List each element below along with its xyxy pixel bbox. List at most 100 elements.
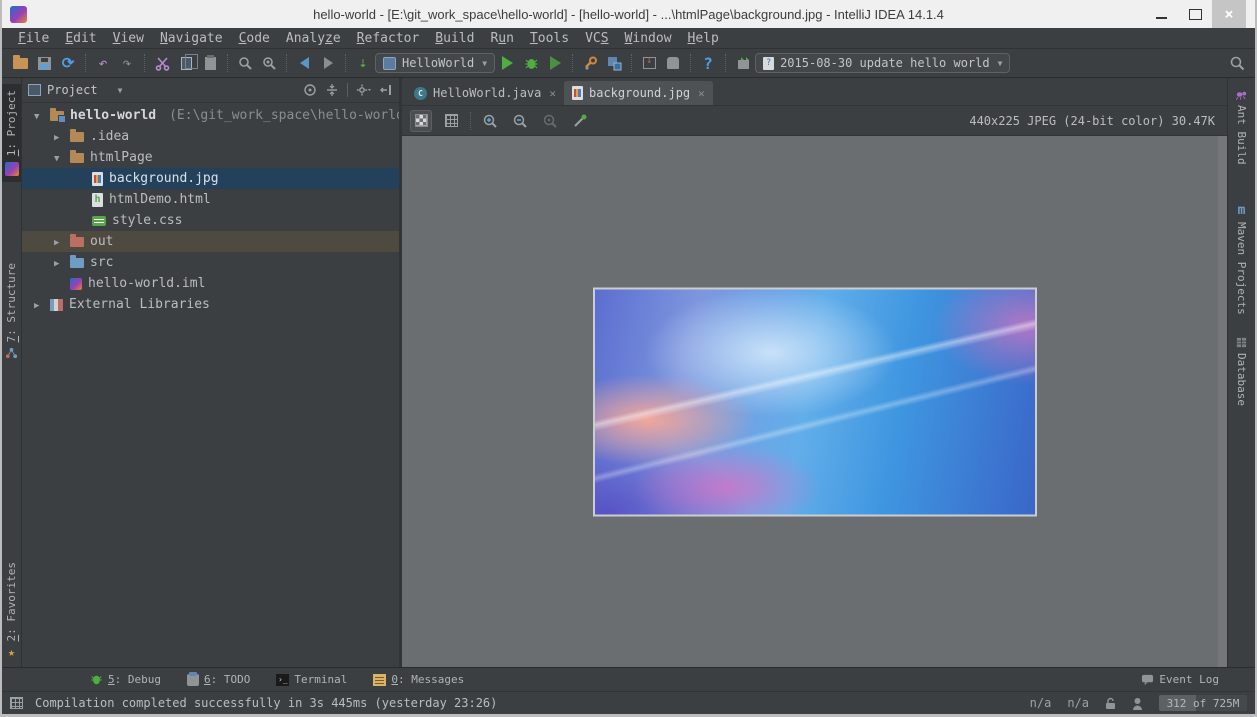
close-tab-icon[interactable]: ✕ xyxy=(549,87,556,100)
tree-row-idea[interactable]: .idea xyxy=(22,126,399,147)
zoom-out-icon[interactable] xyxy=(509,110,531,132)
menu-help[interactable]: Help xyxy=(680,30,727,47)
hide-panel-icon[interactable] xyxy=(379,83,393,97)
minimize-button[interactable] xyxy=(1144,0,1178,28)
image-file-icon xyxy=(92,172,103,186)
forward-icon[interactable] xyxy=(316,52,340,74)
paste-icon[interactable] xyxy=(198,52,222,74)
tool-button-terminal[interactable]: ›_ Terminal xyxy=(276,673,347,686)
transparency-chessboard-icon[interactable] xyxy=(410,110,432,132)
expander-icon[interactable] xyxy=(54,255,64,270)
tool-button-favorites[interactable]: 2: Favorites ★ xyxy=(2,562,21,660)
save-all-icon[interactable] xyxy=(32,52,56,74)
maximize-button[interactable] xyxy=(1178,0,1212,28)
menu-window[interactable]: Window xyxy=(617,30,680,47)
event-log-balloon-icon xyxy=(1141,674,1154,686)
tree-row-src[interactable]: src xyxy=(22,252,399,273)
project-view-select[interactable]: Project xyxy=(28,83,122,97)
left-tool-stripe: 1: Project 7: Structure 2: Favorites ★ xyxy=(2,78,22,667)
redo-icon[interactable]: ↷ xyxy=(115,52,139,74)
menu-vcs[interactable]: VCS xyxy=(577,30,616,47)
debug-icon[interactable] xyxy=(519,52,543,74)
copy-icon[interactable] xyxy=(174,52,198,74)
download-icon[interactable] xyxy=(637,52,661,74)
tree-row-hello-world[interactable]: hello-world (E:\git_work_space\hello-wor… xyxy=(22,105,399,126)
todo-icon xyxy=(187,674,199,686)
image-preview[interactable] xyxy=(593,287,1037,516)
image-editor-toolbar: 440x225 JPEG (24-bit color) 30.47K xyxy=(402,106,1227,136)
undo-icon[interactable]: ↶ xyxy=(91,52,115,74)
menu-analyze[interactable]: Analyze xyxy=(278,30,349,47)
open-icon[interactable] xyxy=(8,52,32,74)
close-button[interactable]: × xyxy=(1212,0,1246,28)
encoding-indicator[interactable]: n/a xyxy=(1067,696,1089,710)
actual-size-icon[interactable] xyxy=(539,110,561,132)
tool-button-debug[interactable]: 5: Debug xyxy=(90,673,161,686)
run-configuration-select[interactable]: HelloWorld xyxy=(375,53,495,73)
tree-row-background-jpg[interactable]: background.jpg xyxy=(22,168,399,189)
menu-code[interactable]: Code xyxy=(231,30,278,47)
run-icon[interactable] xyxy=(495,52,519,74)
find-icon[interactable] xyxy=(233,52,257,74)
position-indicator[interactable]: n/a xyxy=(1030,696,1052,710)
tool-button-ant-build[interactable]: Ant Build xyxy=(1228,88,1255,165)
settings-repository-icon[interactable] xyxy=(731,52,755,74)
menu-run[interactable]: Run xyxy=(482,30,521,47)
update-project-icon[interactable]: ⇣ xyxy=(351,52,375,74)
iml-file-icon xyxy=(70,278,82,290)
menu-file[interactable]: File xyxy=(10,30,57,47)
tool-button-structure[interactable]: 7: Structure xyxy=(2,263,21,360)
expander-icon[interactable] xyxy=(54,129,64,144)
menu-tools[interactable]: Tools xyxy=(522,30,577,47)
help-icon[interactable]: ? xyxy=(696,52,720,74)
grid-lines-icon[interactable] xyxy=(440,110,462,132)
expander-icon[interactable] xyxy=(34,108,44,123)
tree-row-style-css[interactable]: style.css xyxy=(22,210,399,231)
menu-edit[interactable]: Edit xyxy=(57,30,104,47)
lock-icon[interactable] xyxy=(1105,697,1116,710)
menu-navigate[interactable]: Navigate xyxy=(152,30,231,47)
tree-row-hello-world-iml[interactable]: hello-world.iml xyxy=(22,273,399,294)
expander-icon[interactable] xyxy=(54,234,64,249)
toolwindow-toggle-icon[interactable] xyxy=(10,697,23,709)
tree-row-htmldemo-html[interactable]: htmlDemo.html xyxy=(22,189,399,210)
expander-icon[interactable] xyxy=(54,150,64,165)
expander-icon[interactable] xyxy=(34,297,44,312)
menu-build[interactable]: Build xyxy=(427,30,482,47)
tool-button-project[interactable]: 1: Project xyxy=(2,84,21,182)
run-with-coverage-icon[interactable] xyxy=(543,52,567,74)
tab-helloworld-java[interactable]: C HelloWorld.java ✕ xyxy=(406,81,564,105)
color-picker-icon[interactable] xyxy=(569,110,591,132)
terminal-icon: ›_ xyxy=(276,674,289,686)
close-tab-icon[interactable]: ✕ xyxy=(698,87,705,100)
inspection-profile-icon[interactable] xyxy=(1132,697,1143,710)
tab-background-jpg[interactable]: background.jpg ✕ xyxy=(564,81,713,105)
tool-button-database[interactable]: Database xyxy=(1228,336,1255,406)
tool-button-event-log[interactable]: Event Log xyxy=(1141,673,1219,686)
menu-refactor[interactable]: Refactor xyxy=(349,30,428,47)
css-file-icon xyxy=(92,216,106,226)
main-toolbar: ⟳ ↶ ↷ ⇣ HelloWorld xyxy=(2,49,1255,78)
collapse-all-icon[interactable] xyxy=(325,83,339,97)
tree-row-htmlpage[interactable]: htmlPage xyxy=(22,147,399,168)
tool-button-maven-projects[interactable]: m Maven Projects xyxy=(1228,203,1255,315)
zoom-in-icon[interactable] xyxy=(479,110,501,132)
replace-icon[interactable] xyxy=(257,52,281,74)
menu-view[interactable]: View xyxy=(105,30,152,47)
locate-icon[interactable] xyxy=(303,83,317,97)
back-icon[interactable] xyxy=(292,52,316,74)
project-structure-icon[interactable] xyxy=(602,52,626,74)
tree-row-out[interactable]: out xyxy=(22,231,399,252)
tool-button-messages[interactable]: 0: Messages xyxy=(373,673,464,686)
tool-button-todo[interactable]: 6: TODO xyxy=(187,673,250,686)
android-icon[interactable] xyxy=(661,52,685,74)
search-everywhere-icon[interactable] xyxy=(1225,52,1249,74)
synchronize-icon[interactable]: ⟳ xyxy=(56,52,80,74)
gear-icon[interactable] xyxy=(356,83,371,97)
settings-icon[interactable] xyxy=(578,52,602,74)
memory-indicator[interactable]: 312 of 725M xyxy=(1159,695,1247,711)
vertical-scrollbar[interactable] xyxy=(1218,136,1227,667)
cut-icon[interactable] xyxy=(150,52,174,74)
vcs-changelist-select[interactable]: 2015-08-30 update hello world xyxy=(755,53,1010,73)
tree-row-external-libraries[interactable]: External Libraries xyxy=(22,294,399,315)
